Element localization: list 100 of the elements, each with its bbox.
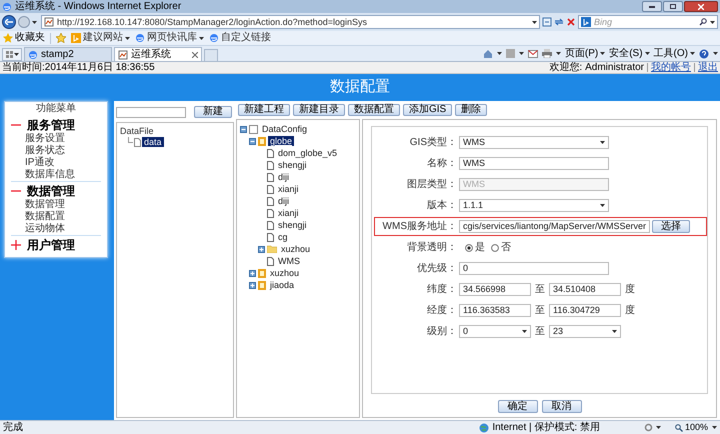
tree-node[interactable]: dom_globe_v5	[276, 148, 340, 158]
radio-option[interactable]: 否	[491, 242, 511, 252]
expand-icon[interactable]	[249, 282, 256, 288]
range-separator: 至	[535, 306, 545, 316]
select-field[interactable]: 0	[459, 325, 531, 338]
expand-icon[interactable]	[258, 246, 265, 252]
collapse-icon[interactable]	[249, 138, 256, 144]
tree-node[interactable]: WMS	[276, 256, 302, 266]
favorites-button[interactable]: 收藏夹	[3, 33, 45, 43]
select-field[interactable]: 1.1.1	[459, 199, 609, 212]
compatibility-view-icon[interactable]	[542, 17, 552, 27]
menu-item[interactable]: 运动物体	[25, 223, 65, 235]
close-icon	[698, 4, 704, 10]
unit-label: 度	[625, 306, 635, 316]
database-icon	[258, 136, 266, 146]
form-button[interactable]: 确定	[498, 400, 538, 413]
caret-icon	[710, 20, 715, 24]
maximize-button[interactable]	[663, 1, 683, 12]
tree-node[interactable]: xuzhou	[268, 268, 302, 278]
radio-option[interactable]: 是	[465, 242, 485, 252]
refresh-icon[interactable]	[554, 17, 564, 27]
close-tab-icon[interactable]	[192, 52, 198, 58]
input-field[interactable]: 116.304729	[549, 304, 621, 317]
home-icon[interactable]	[482, 48, 493, 58]
command-menu[interactable]: 安全(S)	[609, 48, 650, 58]
input-field[interactable]: 0	[459, 262, 609, 275]
menu-item[interactable]: 数据配置	[25, 211, 65, 223]
favorites-link[interactable]: 网页快讯库	[135, 33, 204, 43]
select-field[interactable]: 23	[549, 325, 621, 338]
tree-node[interactable]: diji	[276, 196, 292, 206]
zoom-button[interactable]: 100%	[674, 423, 708, 432]
range-separator: 至	[535, 284, 545, 294]
search-icon[interactable]	[699, 18, 707, 26]
tree-node[interactable]: cg	[276, 232, 290, 242]
tree-node[interactable]: data	[142, 137, 164, 147]
menu-group[interactable]: 用户管理	[11, 236, 75, 253]
new-button[interactable]: 新建	[194, 106, 232, 118]
tree-node[interactable]: DataFile	[120, 126, 230, 137]
form-button[interactable]: 取消	[542, 400, 582, 413]
tree-node[interactable]: diji	[276, 172, 292, 182]
browser-tab[interactable]: 运维系统	[114, 47, 202, 61]
tree-node[interactable]: jiaoda	[268, 280, 296, 290]
tree-node[interactable]: shengji	[276, 160, 309, 170]
select-field[interactable]: WMS	[459, 136, 609, 149]
add-favorite-icon[interactable]	[56, 33, 66, 43]
address-field[interactable]: http://192.168.10.147:8080/StampManager2/loginAction.do?method=loginSys	[41, 15, 540, 29]
input-field[interactable]: 34.510408	[549, 283, 621, 296]
toolbar-button[interactable]: 新建工程	[238, 104, 290, 116]
name-input[interactable]	[116, 106, 186, 118]
field-label: 优先级：	[416, 264, 458, 274]
tree-node[interactable]: xianji	[276, 208, 301, 218]
command-menu[interactable]: 页面(P)	[564, 48, 606, 58]
toolbar-button[interactable]: 删除	[455, 104, 488, 116]
expand-icon[interactable]	[249, 270, 256, 276]
account-link[interactable]: 我的帐号	[651, 62, 691, 72]
choose-button[interactable]: 选择	[652, 220, 690, 233]
range-separator: 至	[535, 326, 545, 336]
field-label: 版本：	[426, 200, 458, 210]
menu-item[interactable]: 数据管理	[25, 199, 65, 211]
caret-icon	[712, 426, 717, 429]
caret-icon	[496, 52, 502, 55]
input-field[interactable]: 116.363583	[459, 304, 531, 317]
browser-tab[interactable]: stamp2	[24, 47, 112, 61]
command-menu[interactable]: 工具(O)	[654, 48, 695, 58]
print-icon[interactable]	[542, 49, 552, 58]
toolbar-button[interactable]: 添加GIS	[403, 104, 452, 116]
toolbar-button[interactable]: 新建目录	[293, 104, 345, 116]
account-link[interactable]: 退出	[698, 62, 718, 72]
input-field[interactable]: WMS	[459, 157, 609, 170]
mail-icon[interactable]	[528, 50, 538, 58]
grid-icon	[6, 51, 12, 58]
welcome-label: 欢迎您:	[549, 62, 582, 72]
field-label: WMS服务地址：	[382, 222, 458, 232]
menu-item[interactable]: 服务设置	[25, 133, 65, 145]
menu-group[interactable]: 数据管理	[11, 182, 75, 199]
tree-node[interactable]: xianji	[276, 184, 301, 194]
menu-item[interactable]: IP通改	[25, 157, 54, 169]
caret-icon	[612, 330, 617, 333]
help-icon[interactable]	[699, 48, 709, 58]
back-button[interactable]	[2, 15, 16, 29]
input-field[interactable]: 34.566998	[459, 283, 531, 296]
menu-group[interactable]: 服务管理	[11, 116, 75, 133]
minimize-button[interactable]	[642, 1, 662, 12]
menu-item[interactable]: 服务状态	[25, 145, 65, 157]
tree-node[interactable]: xuzhou	[279, 244, 312, 254]
caret-icon	[522, 330, 527, 333]
tree-node[interactable]: shengji	[276, 220, 309, 230]
field-label: 纬度：	[426, 284, 458, 294]
tree-node[interactable]: globe	[268, 136, 294, 146]
input-field[interactable]: cgis/services/liantong/MapServer/WMSServer	[459, 220, 650, 233]
toolbar-button[interactable]: 数据配置	[348, 104, 400, 116]
collapse-icon[interactable]	[240, 126, 247, 132]
tree-node[interactable]: DataConfig	[260, 124, 310, 134]
quick-tabs-button[interactable]	[2, 48, 22, 61]
menu-item[interactable]: 数据库信息	[25, 169, 75, 181]
stop-icon[interactable]	[566, 17, 576, 27]
close-button[interactable]	[684, 1, 718, 12]
favorites-link[interactable]: 建议网站	[71, 33, 130, 43]
favorites-link[interactable]: 自定义链接	[209, 33, 271, 43]
caret-icon	[518, 52, 524, 55]
